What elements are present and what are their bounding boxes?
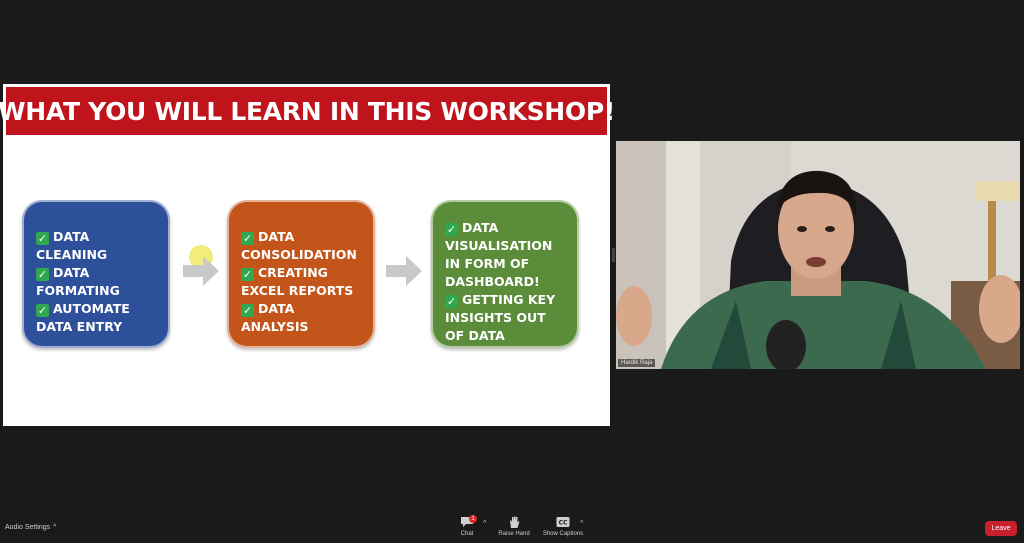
show-captions-label: Show Captions xyxy=(542,531,584,537)
check-mark-icon: ✓ xyxy=(241,232,254,245)
chat-label: Chat xyxy=(460,531,474,537)
chat-unread-badge: 1 xyxy=(469,515,477,523)
svg-text:CC: CC xyxy=(559,520,568,527)
chevron-up-icon: ^ xyxy=(53,524,57,531)
topic-item: ✓ DATA ANALYSIS xyxy=(241,301,309,334)
participant-name-label: Hardik Raja xyxy=(618,359,656,367)
slide-title-banner: WHAT YOU WILL LEARN IN THIS WORKSHOP! xyxy=(0,87,615,135)
check-mark-icon: ✓ xyxy=(36,232,49,245)
check-mark-icon: ✓ xyxy=(36,268,49,281)
raise-hand-label: Raise Hand xyxy=(498,531,530,537)
audio-settings-button[interactable]: Audio Settings ^ xyxy=(5,524,56,531)
audio-settings-label: Audio Settings xyxy=(5,524,51,531)
topic-item: ✓ DATA CLEANING xyxy=(36,229,108,262)
chevron-up-icon[interactable]: ^ xyxy=(483,520,486,527)
participant-video-frame xyxy=(616,141,1020,369)
topic-item: ✓ DATA CONSOLIDATION xyxy=(241,229,357,262)
check-mark-icon: ✓ xyxy=(36,304,49,317)
arrow-right-icon xyxy=(386,256,422,286)
topic-box-2: ✓ DATA CONSOLIDATION ✓ CREATING EXCEL REPO… xyxy=(227,200,375,348)
participant-video-tile[interactable]: Hardik Raja xyxy=(616,141,1020,369)
topic-item: ✓ AUTOMATE DATA ENTRY xyxy=(36,301,130,334)
captions-icon: CC xyxy=(556,517,570,527)
arrow-right-icon xyxy=(183,256,219,286)
chevron-up-icon[interactable]: ^ xyxy=(580,520,583,527)
slide-title: WHAT YOU WILL LEARN IN THIS WORKSHOP! xyxy=(0,96,615,126)
leave-button[interactable]: Leave xyxy=(985,521,1017,536)
topic-item: ✓ DATA FORMATING xyxy=(36,265,120,298)
shared-screen-slide: WHAT YOU WILL LEARN IN THIS WORKSHOP! ✓ D… xyxy=(0,84,615,426)
topic-item: ✓ CREATING EXCEL REPORTS xyxy=(241,265,354,298)
split-resize-handle[interactable] xyxy=(612,248,615,262)
check-mark-icon: ✓ xyxy=(241,268,254,281)
topic-item: ✓ GETTING KEY INSIGHTS OUT OF DATA xyxy=(445,292,556,343)
check-mark-icon: ✓ xyxy=(445,223,458,236)
topic-item: ✓ DATA VISUALISATION IN FORM OF DASHBOARD… xyxy=(445,220,553,289)
raise-hand-button[interactable]: Raise Hand xyxy=(498,516,530,537)
check-mark-icon: ✓ xyxy=(241,304,254,317)
meeting-window: WHAT YOU WILL LEARN IN THIS WORKSHOP! ✓ D… xyxy=(0,0,1024,543)
topic-box-3: ✓ DATA VISUALISATION IN FORM OF DASHBOARD… xyxy=(431,200,579,348)
hand-icon xyxy=(510,516,520,528)
topic-box-1: ✓ DATA CLEANING ✓ DATA FORMATING ✓ AUTOMATE… xyxy=(22,200,170,348)
check-mark-icon: ✓ xyxy=(445,295,458,308)
